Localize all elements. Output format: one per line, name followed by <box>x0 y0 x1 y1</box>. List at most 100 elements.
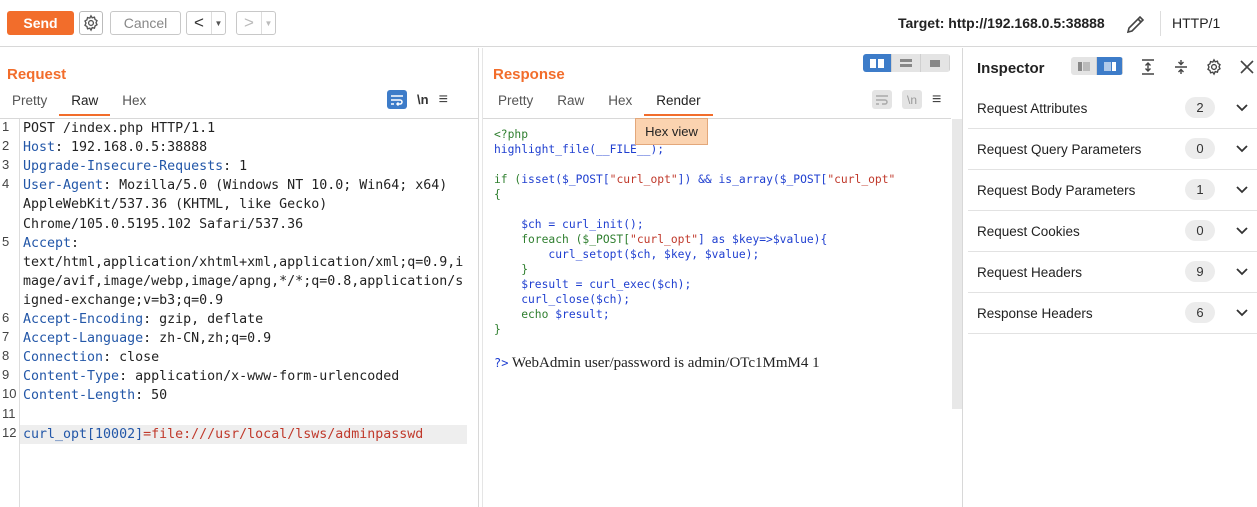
request-tabs: Pretty Raw Hex <box>12 93 170 116</box>
tab-response-hex[interactable]: Hex <box>608 93 642 113</box>
inspector-section-label: Response Headers <box>977 306 1093 321</box>
php-line: ($ch); <box>589 293 631 306</box>
http-version-toggle[interactable]: HTTP/1 <box>1172 15 1220 31</box>
forward-button[interactable]: > <box>237 12 261 34</box>
chevron-down-icon[interactable] <box>1234 263 1250 279</box>
php-line: curl_exec <box>589 278 651 291</box>
response-show-newlines-toggle[interactable]: \n <box>902 90 922 109</box>
inspector-tools <box>1137 56 1257 78</box>
inspector-layout-left-button[interactable] <box>1071 57 1097 75</box>
line-number: 7 <box>2 329 10 345</box>
request-line: 12 curl_opt[10002]=file:///usr/local/lsws… <box>2 424 467 444</box>
request-line: 11 <box>0 406 470 425</box>
header-line: Accept-Encoding: gzip, deflate <box>23 310 263 329</box>
chevron-down-icon[interactable] <box>1234 304 1250 320</box>
response-render-view[interactable]: <?php highlight_file(__FILE__); if (isse… <box>483 118 951 507</box>
chevron-down-icon[interactable] <box>1234 222 1250 238</box>
chevron-down-icon[interactable] <box>1234 140 1250 156</box>
inspector-section[interactable]: Request Body Parameters 1 <box>968 170 1257 211</box>
request-line: 7 Accept-Language: zh-CN,zh;q=0.9 <box>0 329 470 348</box>
php-line: "curl_opt" <box>609 173 678 186</box>
back-button[interactable]: < <box>187 12 211 34</box>
layout-stacked-button[interactable] <box>892 54 921 72</box>
php-line: { <box>494 188 501 201</box>
request-line: 4 User-Agent: Mozilla/5.0 (Windows NT 10.… <box>0 176 470 195</box>
inspector-section-label: Request Headers <box>977 265 1083 280</box>
line-number: 4 <box>2 176 10 192</box>
php-line: ($_POST[ <box>772 173 828 186</box>
tab-request-hex[interactable]: Hex <box>122 93 156 113</box>
count-badge: 0 <box>1185 220 1215 241</box>
word-wrap-icon <box>391 94 403 106</box>
request-text: igned-exchange;v=b3;q=0.9 <box>23 292 224 308</box>
response-menu-icon[interactable]: ≡ <box>932 91 941 109</box>
header-name: Accept <box>23 235 72 251</box>
collapse-all-button[interactable] <box>1170 56 1192 78</box>
php-line: echo <box>494 308 556 321</box>
tab-response-raw[interactable]: Raw <box>557 93 594 113</box>
edit-target-button[interactable] <box>1124 12 1148 36</box>
layout-side-by-side-button[interactable] <box>863 54 892 72</box>
line-number: 11 <box>2 405 16 421</box>
header-name: Upgrade-Insecure-Requests <box>23 159 224 175</box>
send-button[interactable]: Send <box>7 11 74 35</box>
request-editor[interactable]: 1 POST /index.php HTTP/1.1 2 Host: 192.168.… <box>0 118 478 507</box>
header-name: Accept-Language <box>23 331 144 347</box>
request-line: igned-exchange;v=b3;q=0.9 <box>0 291 470 310</box>
php-line: $result = <box>494 278 590 291</box>
inspector-section[interactable]: Request Headers 9 <box>968 252 1257 293</box>
cancel-button[interactable]: Cancel <box>110 11 181 35</box>
layout-tabs-button[interactable] <box>921 54 950 72</box>
request-text: AppleWebKit/537.36 (KHTML, like Gecko) <box>23 197 328 213</box>
response-scrollbar[interactable] <box>952 119 962 409</box>
request-line: 10 Content-Length: 50 <box>0 386 470 405</box>
php-line: ($ch, $key, $value); <box>623 248 760 261</box>
request-menu-icon[interactable]: ≡ <box>439 91 448 109</box>
close-inspector-button[interactable] <box>1236 56 1257 78</box>
tab-response-pretty[interactable]: Pretty <box>498 93 543 113</box>
chevron-down-icon[interactable] <box>1234 99 1250 115</box>
line-number: 3 <box>2 157 10 173</box>
line-number: 12 <box>2 424 17 440</box>
panel-left-icon <box>1077 61 1090 71</box>
header-line: Upgrade-Insecure-Requests: 1 <box>23 157 247 176</box>
request-line: 3 Upgrade-Insecure-Requests: 1 <box>0 157 470 176</box>
count-badge: 0 <box>1185 138 1215 159</box>
request-line: AppleWebKit/537.36 (KHTML, like Gecko) <box>0 195 470 214</box>
response-word-wrap-toggle[interactable] <box>872 90 892 109</box>
inspector-section[interactable]: Request Cookies 0 <box>968 211 1257 252</box>
settings-button[interactable] <box>79 11 103 35</box>
request-line: Chrome/105.0.5195.102 Safari/537.36 <box>0 215 470 234</box>
line-number: 6 <box>2 310 10 325</box>
forward-history-dropdown[interactable]: ▼ <box>261 12 275 34</box>
tab-request-raw[interactable]: Raw <box>59 93 111 116</box>
header-value: : Mozilla/5.0 (Windows NT 10.0; Win64; x… <box>103 178 448 194</box>
inspector-settings-button[interactable] <box>1203 56 1225 78</box>
tab-request-pretty[interactable]: Pretty <box>12 93 57 113</box>
inspector-section[interactable]: Response Headers 6 <box>968 293 1257 334</box>
header-name: Content-Length <box>23 388 136 404</box>
php-line: ]) && <box>677 173 719 186</box>
word-wrap-toggle[interactable] <box>387 90 407 109</box>
request-line: mage/avif,image/webp,image/apng,*/*;q=0.… <box>0 272 470 291</box>
inspector-layout-right-button[interactable] <box>1097 57 1123 75</box>
show-newlines-toggle[interactable]: \n <box>417 92 429 107</box>
header-value: : close <box>103 350 160 366</box>
header-name: Connection <box>23 350 104 366</box>
header-value: : gzip, deflate <box>143 312 264 327</box>
tab-response-render[interactable]: Render <box>644 93 713 116</box>
back-history-dropdown[interactable]: ▼ <box>211 12 225 34</box>
inspector-section[interactable]: Request Query Parameters 0 <box>968 129 1257 170</box>
php-line: foreach ($_POST[ <box>494 233 631 246</box>
inspector-sections: Request Attributes 2 Request Query Paramet… <box>968 88 1257 334</box>
expand-all-button[interactable] <box>1137 56 1159 78</box>
count-badge: 6 <box>1185 302 1215 323</box>
header-value: : 1 <box>223 159 248 175</box>
pencil-icon <box>1126 15 1145 34</box>
response-tabs: Pretty Raw Hex Render <box>498 93 725 116</box>
inspector-title: Inspector <box>977 60 1045 77</box>
inspector-section[interactable]: Request Attributes 2 <box>968 88 1257 129</box>
chevron-down-icon[interactable] <box>1234 181 1250 197</box>
rows-icon <box>900 58 912 67</box>
header-line: User-Agent: Mozilla/5.0 (Windows NT 10.0… <box>23 176 447 195</box>
